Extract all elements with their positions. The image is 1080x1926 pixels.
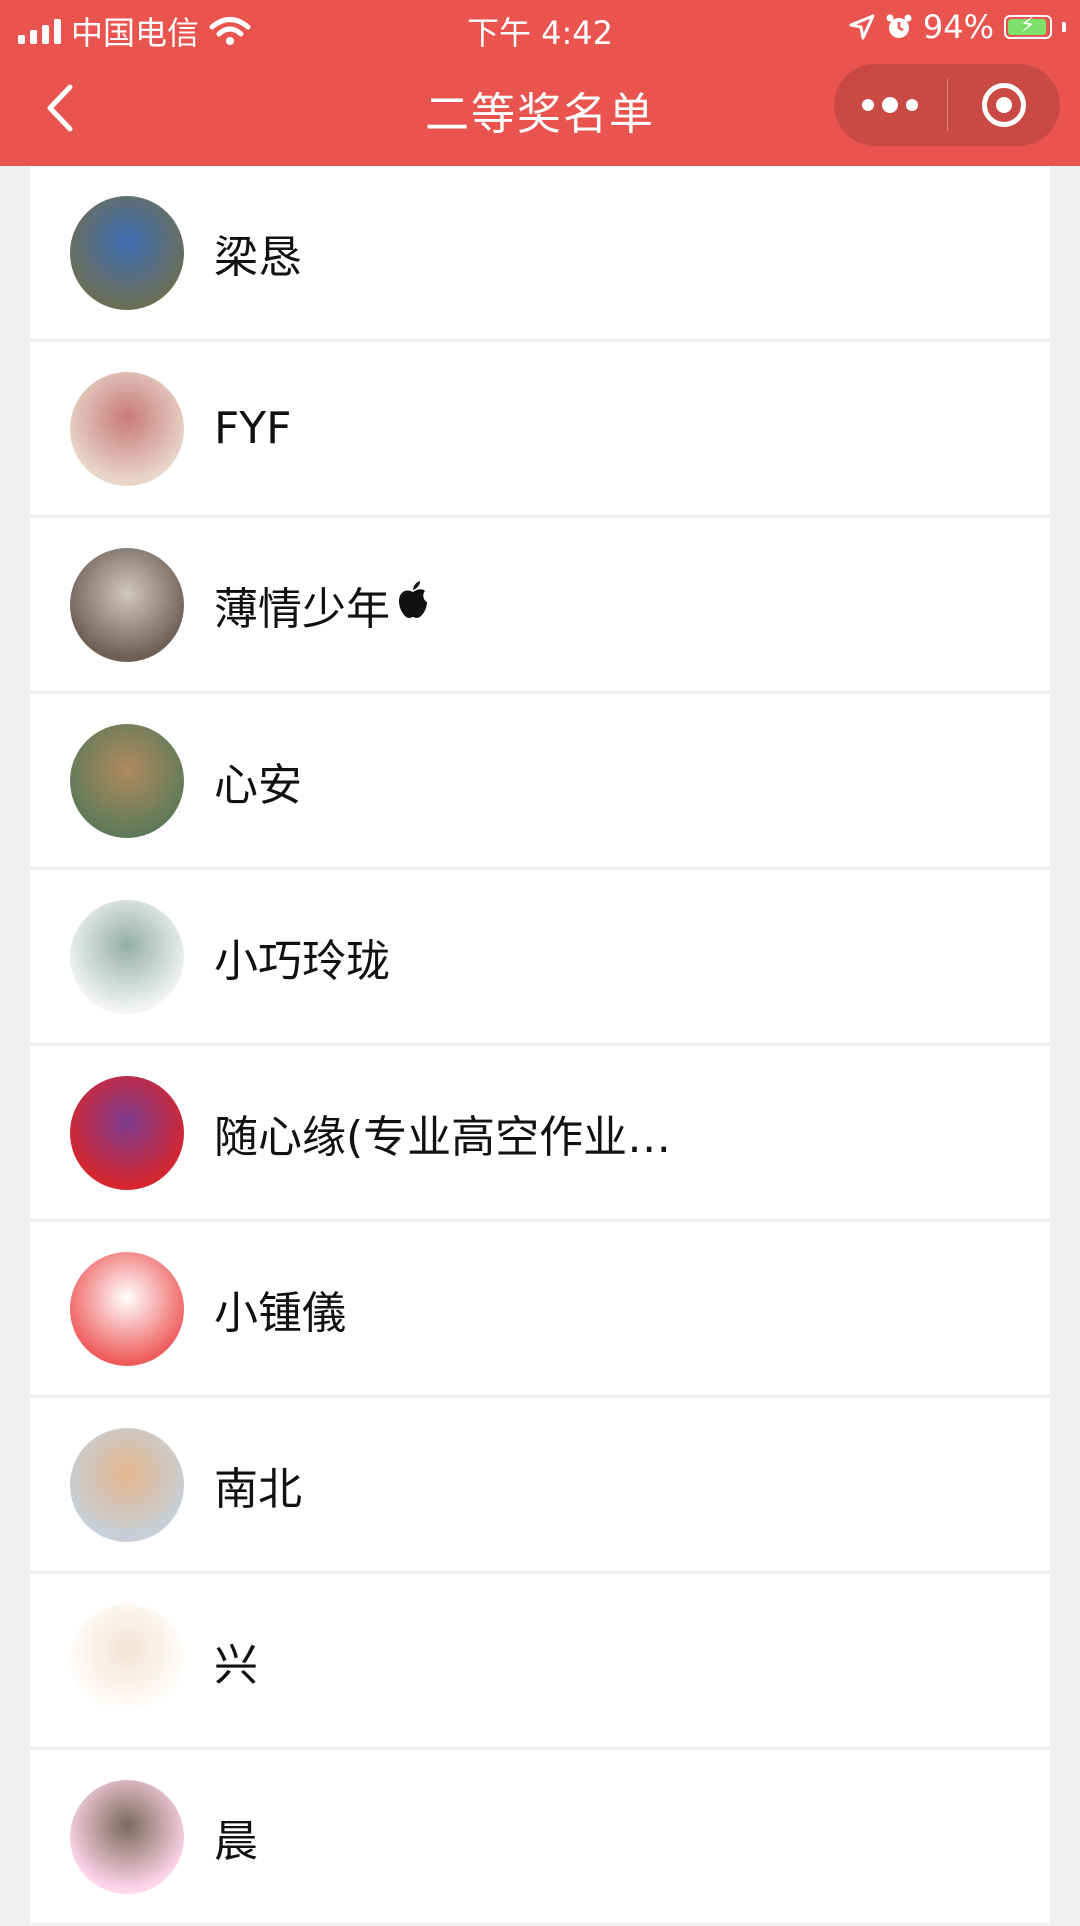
status-right: 94% ⚡: [849, 8, 1066, 46]
winner-row[interactable]: 南北: [30, 1398, 1050, 1574]
winner-row[interactable]: 随心缘(专业高空作业…: [30, 1046, 1050, 1222]
winner-name: 随心缘(专业高空作业…: [214, 1111, 672, 1163]
header: 中国电信 下午 4:42 94% ⚡ 二等奖名单: [0, 0, 1080, 166]
winner-row[interactable]: 梁恳: [30, 166, 1050, 342]
winner-name: 心安: [214, 759, 302, 811]
mini-program-capsule: [834, 64, 1060, 146]
winner-name: 晨: [214, 1815, 258, 1867]
winner-row[interactable]: 小巧玲珑: [30, 870, 1050, 1046]
winner-row[interactable]: 晨: [30, 1750, 1050, 1926]
navbar: 二等奖名单: [0, 54, 1080, 166]
winner-name: 小锺儀: [214, 1287, 346, 1339]
avatar: [70, 899, 184, 1014]
winner-name: 梁恳: [214, 231, 302, 283]
target-close-icon: [981, 83, 1026, 127]
status-bar: 中国电信 下午 4:42 94% ⚡: [0, 0, 1080, 54]
battery-tip: [1062, 22, 1066, 32]
location-arrow-icon: [849, 14, 875, 40]
more-dots-icon: [862, 97, 919, 113]
winner-name: 兴: [214, 1639, 258, 1691]
apple-logo-icon: [396, 580, 430, 630]
avatar: [70, 1779, 184, 1894]
winner-name: 薄情少年: [214, 583, 390, 635]
winner-row[interactable]: 小锺儀: [30, 1222, 1050, 1398]
winner-name: FYF: [214, 403, 292, 454]
winner-name: 小巧玲珑: [214, 935, 390, 987]
alarm-icon: [886, 14, 912, 38]
winner-list: 梁恳 FYF 薄情少年心安小巧玲珑随心缘(专业高空作业… 小锺儀南北兴晨: [30, 166, 1050, 1926]
avatar: [70, 1603, 184, 1718]
battery-percent: 94%: [922, 8, 994, 46]
winner-row[interactable]: 心安: [30, 694, 1050, 870]
winner-row[interactable]: 兴: [30, 1574, 1050, 1750]
winner-row[interactable]: FYF: [30, 342, 1050, 518]
close-button[interactable]: [948, 64, 1061, 146]
more-button[interactable]: [834, 64, 947, 146]
avatar: [70, 723, 184, 838]
winner-name: 南北: [214, 1463, 302, 1515]
avatar: [70, 1427, 184, 1542]
winner-row[interactable]: 薄情少年: [30, 518, 1050, 694]
avatar: [70, 371, 184, 486]
avatar: [70, 547, 184, 662]
avatar: [70, 1251, 184, 1366]
battery-charging-icon: ⚡: [1004, 13, 1052, 39]
avatar: [70, 195, 184, 310]
avatar: [70, 1075, 184, 1190]
